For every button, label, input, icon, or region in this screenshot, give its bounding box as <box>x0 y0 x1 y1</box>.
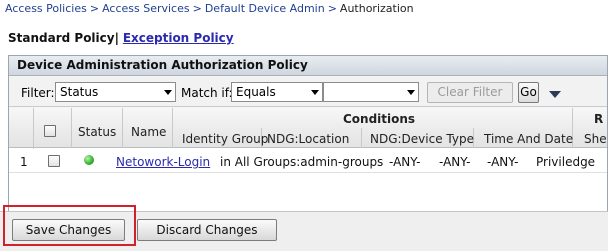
row-time-and-date: -ANY- <box>487 155 519 169</box>
row-index: 1 <box>20 155 28 169</box>
row-ndg-device-type: -ANY- <box>439 155 471 169</box>
breadcrumb: Access Policies > Access Services > Default … <box>5 2 414 16</box>
column-shell-profile[interactable]: She <box>584 132 607 146</box>
policy-name-link[interactable]: Netowork-Login <box>116 155 210 169</box>
breadcrumb-separator: > <box>192 2 202 15</box>
filter-bar: Filter: Status Match if: Equals Clear Fi… <box>9 77 607 107</box>
column-group-conditions: Conditions <box>343 112 416 126</box>
row-ndg-location: -ANY- <box>389 155 421 169</box>
column-ndg-device-type[interactable]: NDG:Device Type <box>370 132 474 146</box>
tab-standard-policy: Standard Policy <box>8 31 115 45</box>
breadcrumb-separator: > <box>327 2 337 15</box>
row-identity-group: in All Groups:admin-groups <box>220 155 384 169</box>
column-name[interactable]: Name <box>131 125 166 139</box>
chevron-down-icon <box>407 90 415 95</box>
match-operator-value: Equals <box>236 85 276 99</box>
column-identity-group[interactable]: Identity Group <box>182 132 268 146</box>
chevron-down-icon <box>164 90 172 95</box>
column-group-results: R <box>594 112 604 126</box>
filter-field-select[interactable]: Status <box>55 82 176 102</box>
match-if-label: Match if: <box>181 86 233 100</box>
column-status[interactable]: Status <box>78 125 116 139</box>
match-operator-select[interactable]: Equals <box>231 82 323 102</box>
breadcrumb-separator: > <box>89 2 100 15</box>
column-time-and-date[interactable]: Time And Date <box>484 132 573 146</box>
filter-field-value: Status <box>60 85 99 99</box>
filter-value-select[interactable] <box>323 82 419 102</box>
go-button[interactable]: Go <box>518 82 539 103</box>
row-shell-profile: Priviledge <box>536 155 596 169</box>
save-changes-button[interactable]: Save Changes <box>12 219 125 241</box>
action-bar: Save Changes Discard Changes <box>0 211 608 251</box>
policy-table: Status Name Conditions Identity Group ND… <box>9 108 607 214</box>
select-all-checkbox[interactable] <box>44 125 56 137</box>
discard-changes-button[interactable]: Discard Changes <box>137 219 277 241</box>
filter-label: Filter: <box>21 86 55 100</box>
policy-tabs: Standard Policy| Exception Policy <box>8 31 234 46</box>
authorization-policy-panel: Device Administration Authorization Poli… <box>8 55 608 215</box>
column-ndg-location[interactable]: NDG:Location <box>267 132 349 146</box>
breadcrumb-default-device-admin[interactable]: Default Device Admin <box>205 2 325 15</box>
breadcrumb-access-policies[interactable]: Access Policies <box>5 2 87 15</box>
breadcrumb-access-services[interactable]: Access Services <box>102 2 190 15</box>
clear-filter-button[interactable]: Clear Filter <box>427 82 513 103</box>
row-checkbox[interactable] <box>48 155 60 167</box>
caret-down-icon[interactable] <box>549 91 561 98</box>
status-enabled-icon <box>84 155 94 165</box>
panel-title: Device Administration Authorization Poli… <box>9 56 607 76</box>
breadcrumb-current: Authorization <box>339 2 414 15</box>
tab-divider: | <box>114 31 119 45</box>
chevron-down-icon <box>311 90 319 95</box>
tab-exception-policy[interactable]: Exception Policy <box>123 31 234 45</box>
